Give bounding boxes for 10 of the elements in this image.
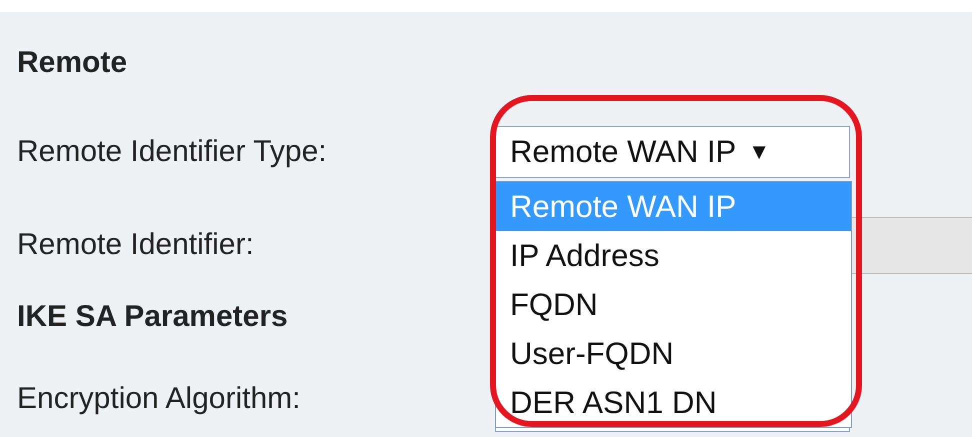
dropdown-option[interactable]: User-FQDN — [496, 329, 851, 378]
caret-icon: ▼ — [748, 139, 770, 165]
dropdown-option[interactable]: DER ASN1 DN — [496, 378, 851, 427]
dropdown-option[interactable]: IP Address — [496, 231, 851, 280]
field-label: Encryption Algorithm: — [17, 382, 302, 416]
field-label: Remote Identifier Type: — [17, 135, 328, 169]
section-heading: Remote — [17, 46, 128, 80]
field-label: Remote Identifier: — [17, 228, 255, 262]
dropdown-option[interactable]: FQDN — [496, 280, 851, 329]
section-heading: IKE SA Parameters — [17, 300, 288, 334]
